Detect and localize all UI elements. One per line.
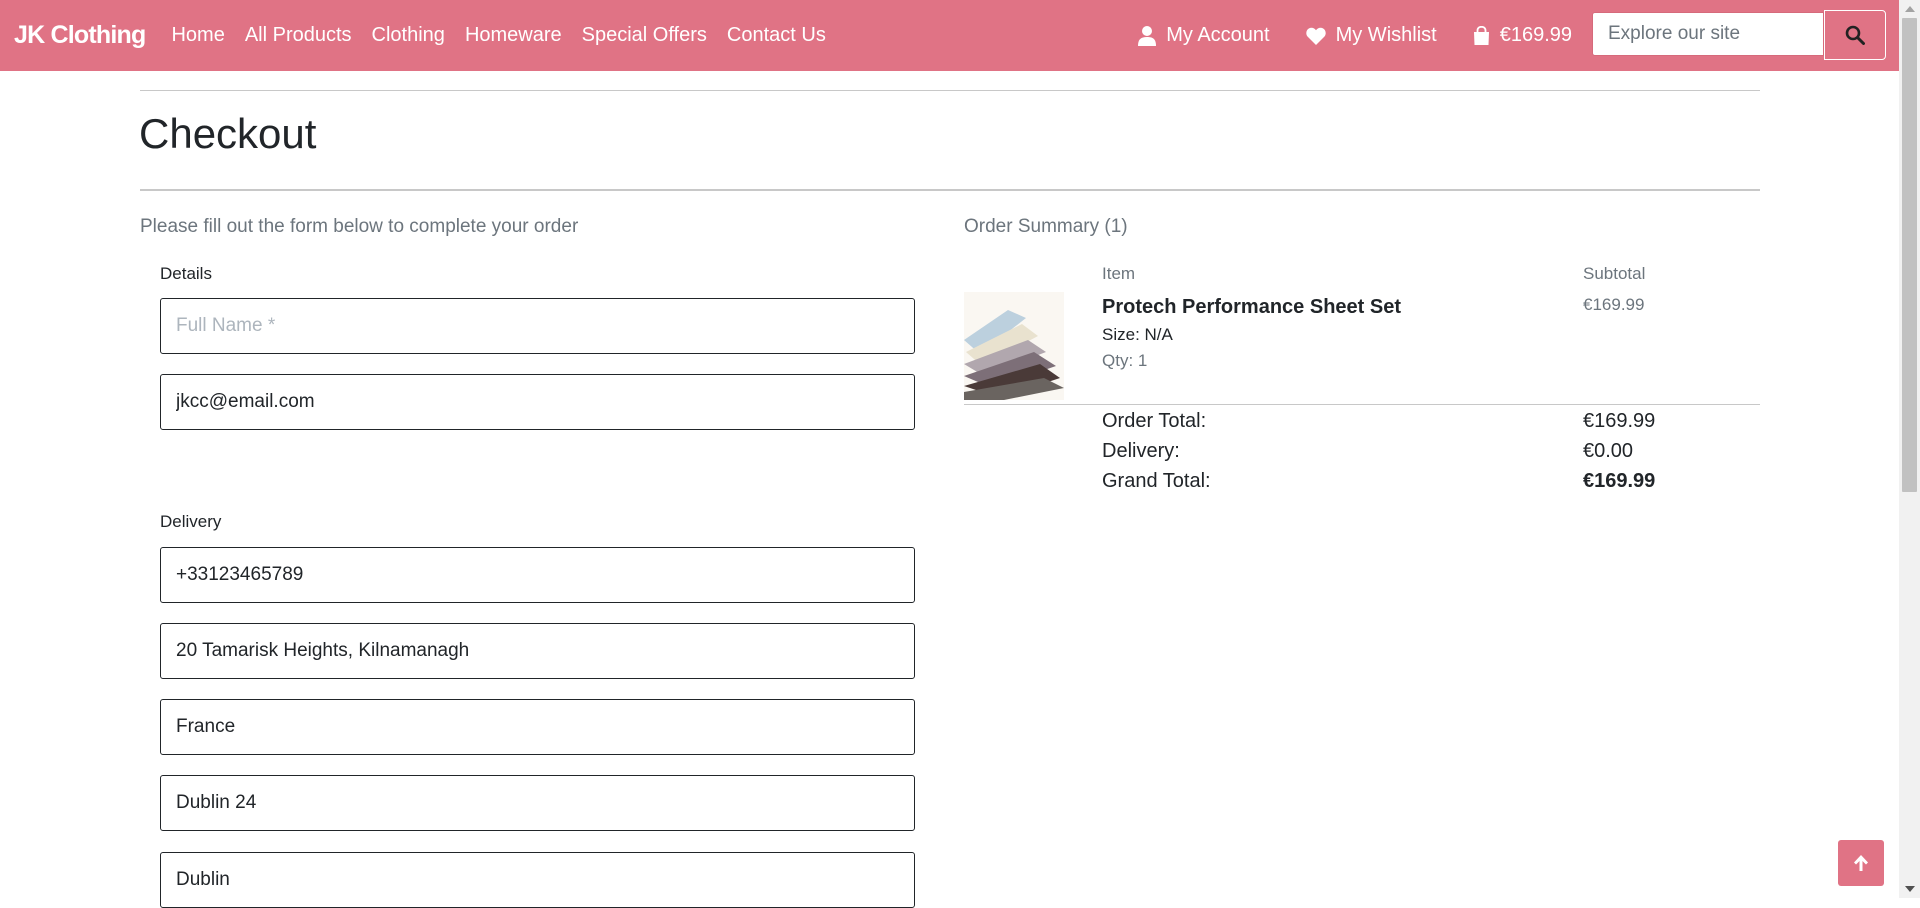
column-header-subtotal: Subtotal — [1583, 264, 1646, 283]
search-icon — [1845, 25, 1865, 45]
product-thumbnail — [964, 292, 1064, 400]
my-account-label: My Account — [1166, 24, 1270, 46]
my-wishlist-label: My Wishlist — [1335, 24, 1437, 46]
divider-top — [140, 90, 1760, 91]
column-header-item: Item — [1102, 264, 1136, 283]
delivery-legend: Delivery — [160, 512, 222, 531]
nav-homeware[interactable]: Homeware — [455, 24, 572, 47]
order-summary-title: Order Summary (1) — [964, 216, 1128, 237]
heart-icon — [1305, 27, 1326, 45]
form-intro: Please fill out the form below to comple… — [140, 216, 579, 237]
country-field[interactable] — [160, 699, 915, 755]
postcode-field[interactable] — [160, 775, 915, 831]
scroll-down-arrow[interactable] — [1905, 886, 1915, 892]
bag-total: €169.99 — [1499, 24, 1572, 46]
product-subtotal: €169.99 — [1583, 295, 1645, 314]
brand-logo[interactable]: JK Clothing — [14, 21, 146, 50]
page-title: Checkout — [139, 110, 317, 157]
delivery-label: Delivery: — [1102, 440, 1180, 462]
shopping-bag-link[interactable]: €169.99 — [1473, 24, 1572, 47]
back-to-top-button[interactable] — [1838, 840, 1884, 886]
shopping-bag-icon — [1473, 26, 1489, 45]
grand-total-label: Grand Total: — [1102, 470, 1211, 492]
details-legend: Details — [160, 264, 212, 283]
nav-right: My Account My Wishlist €169.99 — [1102, 9, 1899, 60]
product-qty: Qty: 1 — [1102, 351, 1148, 370]
search-input[interactable] — [1592, 11, 1824, 56]
nav-special-offers[interactable]: Special Offers — [572, 24, 717, 47]
street-address-field[interactable] — [160, 623, 915, 679]
arrow-up-icon — [1854, 855, 1868, 871]
summary-divider — [964, 404, 1760, 405]
delivery-value: €0.00 — [1583, 440, 1634, 462]
order-total-label: Order Total: — [1102, 410, 1207, 432]
nav-home[interactable]: Home — [161, 24, 234, 47]
order-total-value: €169.99 — [1583, 410, 1656, 432]
nav-contact-us[interactable]: Contact Us — [717, 24, 836, 47]
full-name-field[interactable] — [160, 298, 915, 354]
my-wishlist-link[interactable]: My Wishlist — [1305, 24, 1437, 47]
grand-total-value: €169.99 — [1583, 470, 1656, 492]
top-navbar: JK Clothing Home All Products Clothing H… — [0, 0, 1899, 71]
nav-clothing[interactable]: Clothing — [362, 24, 455, 47]
divider-bottom — [140, 189, 1760, 191]
product-size: Size: N/A — [1102, 325, 1173, 344]
site-search — [1592, 9, 1886, 60]
user-icon — [1138, 25, 1157, 46]
scroll-up-arrow[interactable] — [1905, 6, 1915, 12]
phone-number-field[interactable] — [160, 547, 915, 603]
nav-all-products[interactable]: All Products — [235, 24, 362, 47]
product-name: Protech Performance Sheet Set — [1102, 296, 1401, 318]
main-nav: Home All Products Clothing Homeware Spec… — [161, 24, 835, 47]
town-field[interactable] — [160, 852, 915, 908]
search-button[interactable] — [1824, 9, 1886, 60]
email-field[interactable] — [160, 374, 915, 430]
scroll-thumb[interactable] — [1902, 18, 1917, 492]
my-account-link[interactable]: My Account — [1138, 24, 1270, 47]
page-scrollbar[interactable] — [1899, 0, 1920, 898]
